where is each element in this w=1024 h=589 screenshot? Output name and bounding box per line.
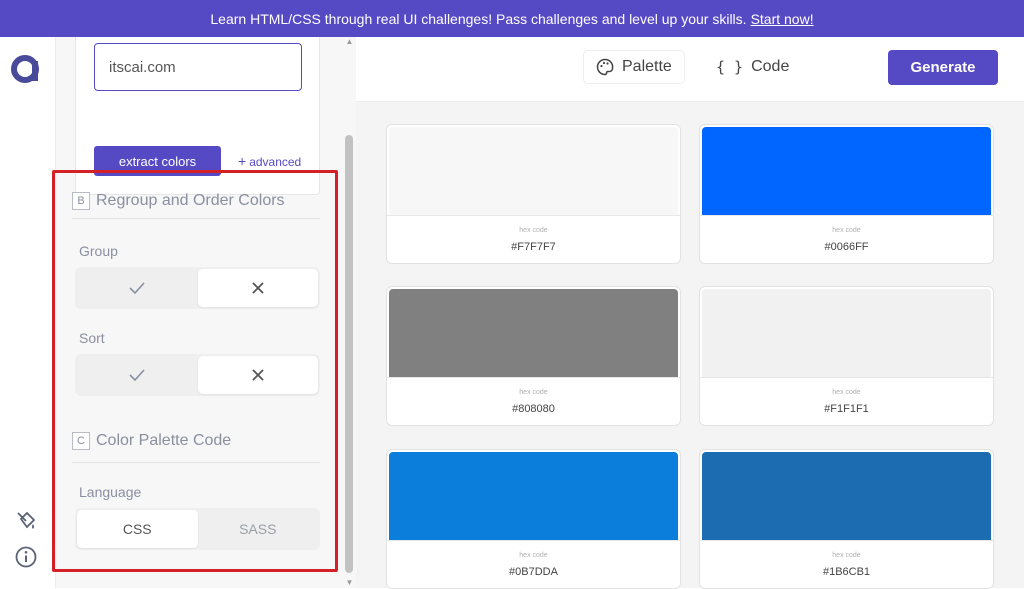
swatch-hex-value: #0066FF: [824, 241, 869, 253]
banner-text: Learn HTML/CSS through real UI challenge…: [210, 10, 747, 27]
scroll-down-icon[interactable]: ▼: [345, 579, 354, 587]
section-divider: [72, 462, 320, 463]
swatch-color-block: [702, 289, 991, 377]
extract-colors-card: extract colors +advanced: [75, 37, 320, 195]
tab-palette[interactable]: Palette: [584, 51, 684, 83]
swatch-divider: [700, 540, 993, 541]
view-toolbar: Palette { } Code Generate: [356, 37, 1024, 102]
swatch-hex-value: #0B7DDA: [509, 566, 558, 578]
swatch-color-block: [702, 452, 991, 540]
swatch-caption: hex code: [832, 389, 861, 396]
paint-bucket-icon[interactable]: [14, 509, 38, 533]
swatch-hex-value: #1B6CB1: [822, 566, 871, 578]
regroup-section-heading: B Regroup and Order Colors: [72, 192, 285, 210]
swatch-caption: hex code: [519, 227, 548, 234]
palette-code-section-heading: C Color Palette Code: [72, 432, 231, 450]
banner-start-link[interactable]: Start now!: [751, 11, 814, 27]
language-css-option[interactable]: CSS: [77, 510, 198, 548]
color-swatch-card[interactable]: hex code #0066FF: [699, 124, 994, 264]
close-icon: [252, 282, 264, 294]
swatch-divider: [700, 215, 993, 216]
plus-icon: +: [238, 153, 247, 169]
swatch-divider: [387, 540, 680, 541]
swatch-caption: hex code: [519, 552, 548, 559]
scroll-up-icon[interactable]: ▲: [345, 38, 354, 46]
sort-toggle: [75, 354, 320, 396]
swatch-hex-value: #F7F7F7: [511, 241, 556, 253]
swatch-caption: hex code: [832, 227, 861, 234]
swatch-color-block: [389, 289, 678, 377]
promo-banner: Learn HTML/CSS through real UI challenge…: [0, 0, 1024, 37]
tab-code-label: Code: [751, 58, 790, 75]
settings-sidebar: extract colors +advanced: [56, 37, 356, 588]
advanced-label: advanced: [249, 155, 302, 169]
swatch-color-block: [389, 452, 678, 540]
color-swatch-card[interactable]: hex code #808080: [386, 286, 681, 426]
color-swatch-card[interactable]: hex code #0B7DDA: [386, 449, 681, 589]
section-c-badge: C: [72, 432, 90, 450]
palette-icon: [596, 58, 614, 76]
app-logo-icon[interactable]: [10, 53, 42, 85]
code-braces-icon: { }: [716, 58, 744, 76]
generate-button[interactable]: Generate: [888, 50, 998, 85]
regroup-section-title: Regroup and Order Colors: [96, 192, 285, 209]
sort-off-option[interactable]: [197, 356, 318, 394]
swatch-divider: [387, 215, 680, 216]
group-on-option[interactable]: [77, 269, 198, 307]
palette-code-section-title: Color Palette Code: [96, 432, 232, 449]
swatch-hex-value: #808080: [512, 403, 555, 415]
sort-on-option[interactable]: [77, 356, 198, 394]
color-swatch-card[interactable]: hex code #F7F7F7: [386, 124, 681, 264]
info-icon[interactable]: [14, 545, 38, 569]
section-divider: [72, 218, 320, 219]
color-swatch-card[interactable]: hex code #F1F1F1: [699, 286, 994, 426]
swatch-divider: [387, 377, 680, 378]
color-swatch-card[interactable]: hex code #1B6CB1: [699, 449, 994, 589]
check-icon: [129, 282, 145, 295]
advanced-options-link[interactable]: + advanced: [238, 153, 301, 169]
section-b-badge: B: [72, 192, 90, 210]
tab-code[interactable]: { } Code: [704, 51, 801, 83]
swatch-caption: hex code: [832, 552, 861, 559]
language-label: Language: [79, 484, 142, 500]
swatch-hex-value: #F1F1F1: [824, 403, 869, 415]
website-url-input[interactable]: [94, 43, 302, 91]
close-icon: [252, 369, 264, 381]
group-label: Group: [79, 243, 118, 259]
tab-palette-label: Palette: [622, 58, 672, 75]
swatch-color-block: [389, 127, 678, 215]
swatch-color-block: [702, 127, 991, 215]
scroll-thumb[interactable]: [345, 135, 353, 573]
group-off-option[interactable]: [197, 269, 318, 307]
language-sass-option[interactable]: SASS: [198, 510, 319, 548]
palette-main-area: Palette { } Code Generate hex code #F7F7F…: [356, 37, 1024, 589]
icon-rail: [0, 37, 56, 588]
extract-colors-button[interactable]: extract colors: [94, 146, 221, 176]
check-icon: [129, 369, 145, 382]
swatch-divider: [700, 377, 993, 378]
swatch-caption: hex code: [519, 389, 548, 396]
sidebar-scrollbar[interactable]: ▲ ▼: [343, 37, 356, 588]
sort-label: Sort: [79, 330, 105, 346]
language-toggle: CSS SASS: [75, 508, 320, 550]
group-toggle: [75, 267, 320, 309]
